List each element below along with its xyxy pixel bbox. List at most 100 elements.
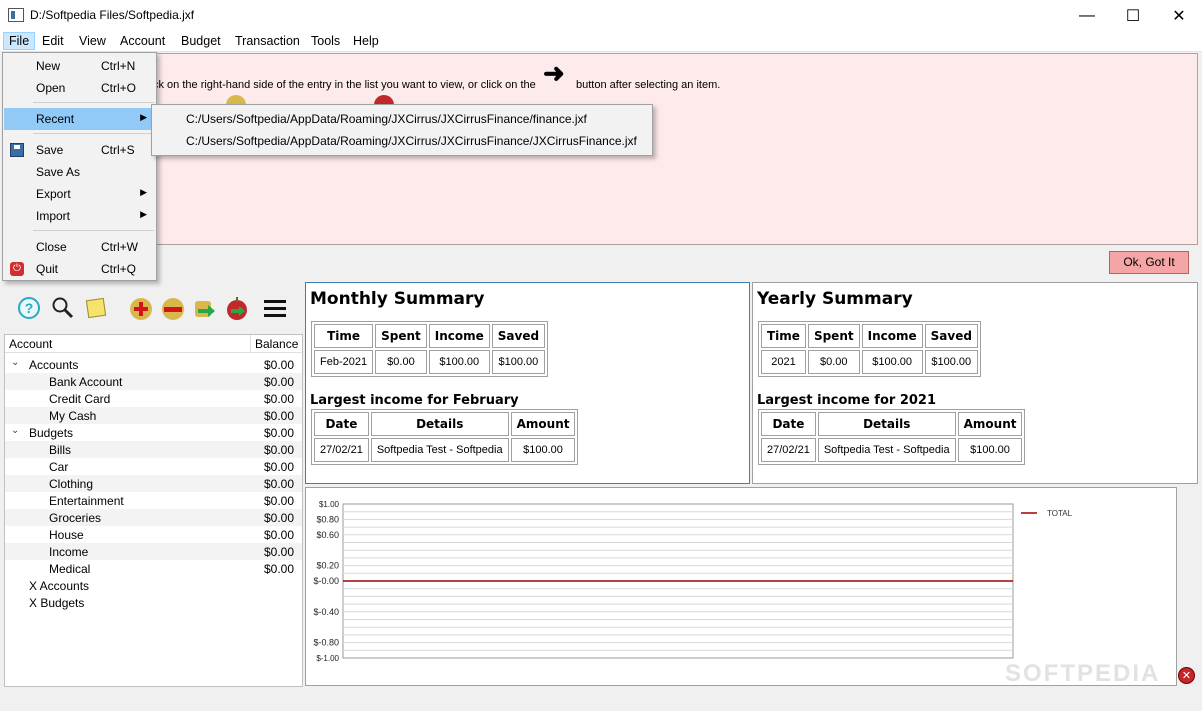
- file-menu-open[interactable]: Open Ctrl+O: [4, 77, 155, 99]
- menu-budget[interactable]: Budget: [176, 33, 226, 49]
- menu-item-shortcut: Ctrl+W: [101, 240, 138, 254]
- file-menu-save[interactable]: Save Ctrl+S: [4, 139, 155, 161]
- tree-balance: $0.00: [263, 511, 294, 525]
- tree-balance: $0.00: [263, 375, 294, 389]
- tree-label: Income: [49, 545, 89, 559]
- menu-item-label: New: [36, 59, 61, 73]
- chart-panel: $1.00 $0.80 $0.60 $0.20 $-0.00 $-0.40 $-0.80 $-…: [305, 487, 1177, 686]
- tree-label: Credit Card: [49, 392, 111, 406]
- hamburger-menu-icon[interactable]: [262, 295, 288, 321]
- tree-row[interactable]: Entertainment $0.00: [5, 492, 302, 509]
- menu-account[interactable]: Account: [115, 33, 170, 49]
- cell-spent: $0.00: [807, 350, 860, 374]
- cell-saved: $100.00: [924, 350, 978, 374]
- tree-row[interactable]: X Budgets: [5, 594, 302, 611]
- ok-got-it-button[interactable]: Ok, Got It: [1109, 251, 1189, 274]
- tree-label: X Budgets: [29, 596, 85, 610]
- file-menu-export[interactable]: Export ▶: [4, 183, 155, 205]
- header-income: Income: [428, 324, 490, 348]
- menu-edit[interactable]: Edit: [37, 33, 69, 49]
- tree-balance: $0.00: [263, 358, 294, 372]
- tree-balance: $0.00: [263, 494, 294, 508]
- cell-income: $100.00: [428, 350, 490, 374]
- tree-row[interactable]: My Cash $0.00: [5, 407, 302, 424]
- apple-transfer-icon[interactable]: [224, 295, 250, 321]
- file-menu-recent[interactable]: Recent ▶: [4, 108, 155, 130]
- menu-transaction[interactable]: Transaction: [230, 33, 305, 49]
- column-separator: [250, 335, 251, 353]
- header-saved: Saved: [924, 324, 978, 348]
- tree-row[interactable]: Medical $0.00: [5, 560, 302, 577]
- menu-item-label: Import: [36, 209, 71, 223]
- column-account[interactable]: Account: [9, 337, 52, 351]
- file-menu-close[interactable]: Close Ctrl+W: [4, 236, 155, 258]
- cell-saved: $100.00: [491, 350, 546, 374]
- close-red-icon[interactable]: ✕: [1178, 667, 1195, 684]
- yearly-largest-table: Date Details Amount 27/02/21 Softpedia T…: [758, 409, 1026, 465]
- y-tick-label: $1.00: [319, 500, 340, 509]
- file-menu-quit[interactable]: ⏻ Quit Ctrl+Q: [4, 258, 155, 280]
- cell-amount: $100.00: [957, 438, 1023, 462]
- menu-file[interactable]: File: [3, 32, 36, 50]
- menu-help[interactable]: Help: [348, 33, 384, 49]
- submenu-arrow-icon: ▶: [140, 112, 147, 122]
- tree-header: Account Balance: [5, 335, 302, 353]
- tree-row[interactable]: X Accounts: [5, 577, 302, 594]
- tree-balance: $0.00: [263, 460, 294, 474]
- close-window-button[interactable]: ✕: [1156, 0, 1202, 31]
- note-icon[interactable]: [83, 295, 109, 321]
- search-icon[interactable]: [50, 295, 76, 321]
- remove-apple-icon[interactable]: [160, 295, 186, 321]
- recent-file-item[interactable]: C:/Users/Softpedia/AppData/Roaming/JXCir…: [186, 112, 587, 126]
- tree-row[interactable]: Bank Account $0.00: [5, 373, 302, 390]
- tree-group-row[interactable]: ⌄ Accounts $0.00: [5, 356, 302, 373]
- tree-label: Entertainment: [49, 494, 124, 508]
- tree-balance: $0.00: [263, 443, 294, 457]
- monthly-largest-table: Date Details Amount 27/02/21 Softpedia T…: [311, 409, 579, 465]
- chevron-down-icon[interactable]: ⌄: [11, 357, 19, 368]
- account-tree: Account Balance ⌄ Accounts $0.00 Bank Accou…: [4, 334, 303, 687]
- tree-label: Clothing: [49, 477, 94, 491]
- header-amount: Amount: [510, 412, 576, 436]
- yearly-summary-table: Time Spent Income Saved 2021 $0.00 $100.…: [758, 321, 981, 377]
- tree-label: House: [49, 528, 84, 542]
- transfer-icon[interactable]: [192, 295, 218, 321]
- tree-row[interactable]: House $0.00: [5, 526, 302, 543]
- cell-spent: $0.00: [375, 350, 427, 374]
- y-tick-label: $-0.00: [313, 576, 339, 586]
- y-tick-label: $-0.80: [313, 638, 339, 648]
- minimize-button[interactable]: —: [1064, 0, 1110, 31]
- tree-row[interactable]: Car $0.00: [5, 458, 302, 475]
- header-spent: Spent: [375, 324, 427, 348]
- chevron-down-icon[interactable]: ⌄: [11, 425, 19, 436]
- tree-balance: $0.00: [263, 477, 294, 491]
- column-balance[interactable]: Balance: [255, 337, 298, 351]
- tree-row[interactable]: Income $0.00: [5, 543, 302, 560]
- tree-row[interactable]: Clothing $0.00: [5, 475, 302, 492]
- arrow-right-icon: ➜: [543, 58, 565, 88]
- monthly-summary-title: Monthly Summary: [310, 289, 485, 309]
- help-icon[interactable]: ?: [16, 295, 42, 321]
- tree-label: Medical: [49, 562, 91, 576]
- add-apple-icon[interactable]: [128, 295, 154, 321]
- recent-file-item[interactable]: C:/Users/Softpedia/AppData/Roaming/JXCir…: [186, 134, 637, 148]
- file-menu-save-as[interactable]: Save As: [4, 161, 155, 183]
- file-menu-new[interactable]: New Ctrl+N: [4, 55, 155, 77]
- cell-time: Feb-2021: [314, 350, 374, 374]
- tree-label: Bills: [49, 443, 72, 457]
- tree-row[interactable]: Credit Card $0.00: [5, 390, 302, 407]
- menu-separator: [33, 133, 154, 134]
- maximize-button[interactable]: ☐: [1110, 0, 1156, 31]
- menu-separator: [33, 230, 154, 231]
- cell-amount: $100.00: [510, 438, 576, 462]
- menu-tools[interactable]: Tools: [306, 33, 345, 49]
- tree-row[interactable]: Bills $0.00: [5, 441, 302, 458]
- tree-group-row[interactable]: ⌄ Budgets $0.00: [5, 424, 302, 441]
- title-bar: D:/Softpedia Files/Softpedia.jxf — ☐ ✕: [0, 0, 1202, 31]
- tree-row[interactable]: Groceries $0.00: [5, 509, 302, 526]
- header-amount: Amount: [957, 412, 1023, 436]
- save-icon: [10, 143, 24, 157]
- menu-view[interactable]: View: [74, 33, 111, 49]
- file-menu-import[interactable]: Import ▶: [4, 205, 155, 227]
- yearly-summary-panel: Yearly Summary Time Spent Income Saved 2…: [752, 282, 1198, 484]
